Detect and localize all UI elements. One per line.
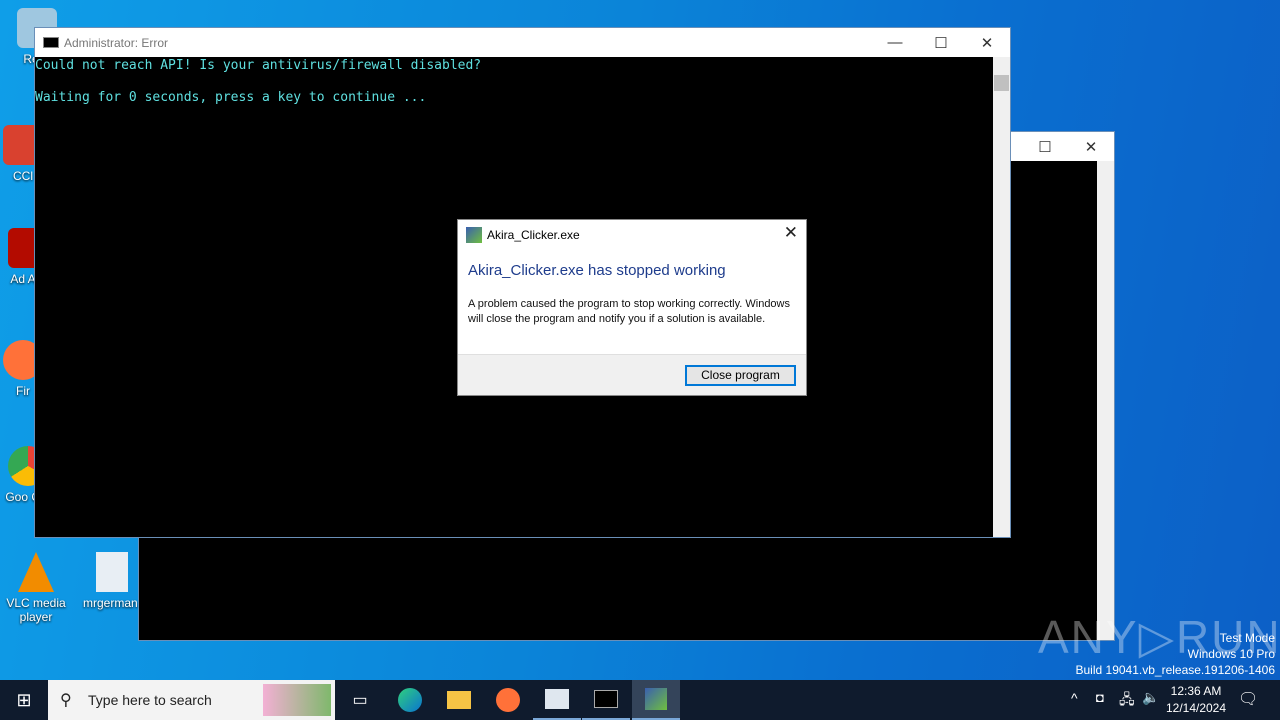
crash-dialog: Akira_Clicker.exe ✕ Akira_Clicker.exe ha… (457, 219, 807, 396)
taskbar-akira-clicker[interactable] (632, 680, 680, 720)
close-icon[interactable]: ✕ (784, 223, 798, 243)
console-icon (43, 37, 59, 48)
network-icon[interactable]: 🖧 (1119, 689, 1135, 713)
dialog-title: Akira_Clicker.exe (487, 228, 580, 242)
firefox-icon (496, 688, 520, 712)
taskbar-file-explorer[interactable] (435, 680, 483, 720)
task-view-icon: ▭ (352, 692, 368, 709)
volume-icon[interactable]: 🔈 (1142, 689, 1159, 706)
desktop-icon-image-file[interactable]: mrgerman. (77, 552, 147, 610)
taskbar-edge[interactable] (386, 680, 434, 720)
clock[interactable]: 12:36 AM 12/14/2024 (1160, 683, 1232, 717)
close-button[interactable]: ✕ (1068, 132, 1114, 161)
app-window-icon (545, 689, 569, 709)
console-icon (594, 690, 618, 708)
folder-icon (447, 691, 471, 709)
maximize-button[interactable]: ☐ (918, 28, 964, 57)
edge-icon (398, 688, 422, 712)
minimize-button[interactable]: — (872, 28, 918, 57)
title-bar[interactable]: Administrator: Error — ☐ ✕ (35, 28, 1010, 57)
taskbar-app[interactable] (533, 680, 581, 720)
search-placeholder: Type here to search (88, 692, 212, 708)
vlc-icon (18, 552, 54, 592)
taskbar: ⊞ ⚲ Type here to search ▭ ^ ◘ 🖧 🔈 12:36 … (0, 680, 1280, 720)
app-icon (466, 227, 482, 243)
close-program-button[interactable]: Close program (685, 365, 796, 386)
close-button[interactable]: ✕ (964, 28, 1010, 57)
dialog-message: A problem caused the program to stop wor… (468, 298, 790, 325)
app-icon (645, 688, 667, 710)
search-icon: ⚲ (60, 692, 72, 709)
start-button[interactable]: ⊞ (0, 680, 48, 720)
console-line: Waiting for 0 seconds, press a key to co… (35, 90, 427, 105)
window-title: Administrator: Error (64, 36, 169, 50)
dialog-footer: Close program (458, 354, 806, 395)
meet-now-icon[interactable]: ◘ (1096, 690, 1104, 705)
time: 12:36 AM (1170, 684, 1222, 698)
console-line: Could not reach API! Is your antivirus/f… (35, 58, 482, 73)
maximize-button[interactable]: ☐ (1022, 132, 1068, 161)
taskbar-cmd[interactable] (582, 680, 630, 720)
task-view-button[interactable]: ▭ (336, 680, 384, 720)
windows-watermark: Test Mode Windows 10 Pro Build 19041.vb_… (1075, 631, 1276, 677)
scrollbar[interactable] (993, 57, 1010, 537)
scrollbar[interactable] (1097, 161, 1114, 640)
show-hidden-icons[interactable]: ^ (1071, 690, 1078, 706)
date: 12/14/2024 (1165, 701, 1227, 715)
windows-icon: ⊞ (16, 689, 32, 710)
image-file-icon (96, 552, 128, 592)
desktop-icon-vlc[interactable]: VLC media player (1, 552, 71, 624)
search-highlight-image (263, 684, 331, 716)
notifications-icon[interactable]: 🗨 (1238, 689, 1258, 709)
dialog-heading: Akira_Clicker.exe has stopped working (468, 262, 726, 279)
search-box[interactable]: ⚲ Type here to search (48, 680, 335, 720)
scroll-thumb[interactable] (994, 75, 1009, 91)
taskbar-firefox[interactable] (484, 680, 532, 720)
